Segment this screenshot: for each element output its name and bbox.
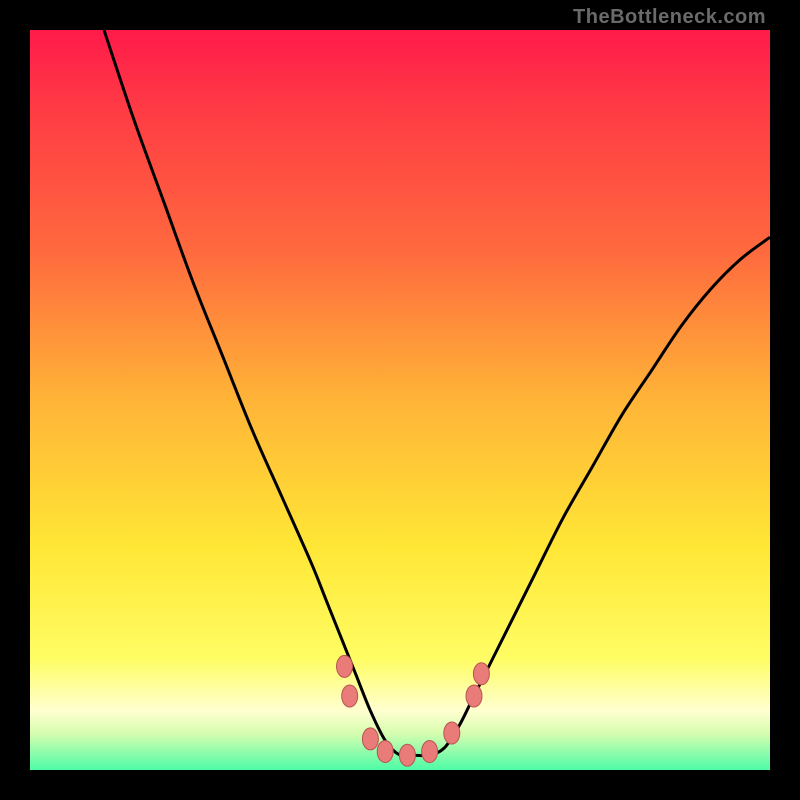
data-marker [342, 685, 358, 707]
bottleneck-curve [104, 30, 770, 756]
data-marker [473, 663, 489, 685]
bottleneck-curve-overlay [30, 30, 770, 770]
data-marker [466, 685, 482, 707]
data-marker [377, 741, 393, 763]
plot-gradient-background [30, 30, 770, 770]
data-marker [422, 741, 438, 763]
chart-viewport: TheBottleneck.com [0, 0, 800, 800]
data-marker [337, 655, 353, 677]
data-marker [399, 744, 415, 766]
data-marker [444, 722, 460, 744]
data-marker [362, 728, 378, 750]
attribution-text: TheBottleneck.com [573, 6, 766, 29]
